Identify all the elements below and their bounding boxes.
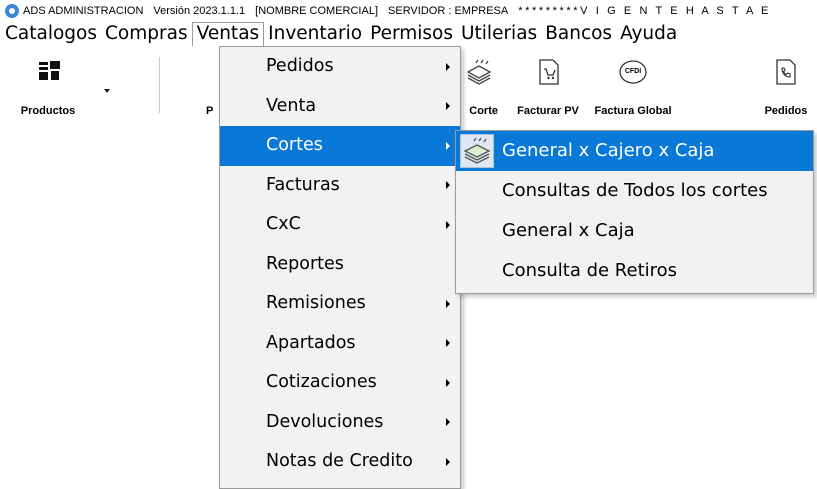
app-version: Versión 2023.1.1.1 — [153, 5, 246, 17]
corte-button[interactable]: Corte — [462, 55, 502, 121]
submenu-item-consulta-retiros[interactable]: Consulta de Retiros — [456, 251, 813, 291]
menu-item-label: Venta — [266, 95, 317, 116]
title-bar: ADS ADMINISTRACION Versión 2023.1.1.1 [N… — [0, 0, 817, 22]
submenu-arrow-icon — [446, 220, 450, 229]
menu-inventario[interactable]: Inventario — [264, 22, 366, 46]
menu-utilerias[interactable]: Utilerias — [457, 22, 541, 46]
menu-item-facturas[interactable]: Facturas — [220, 166, 460, 206]
submenu-arrow-icon — [446, 181, 450, 190]
menu-item-label: Reportes — [266, 253, 344, 274]
app-name: ADS ADMINISTRACION — [23, 5, 144, 17]
facturar-pv-button[interactable]: Facturar PV — [513, 55, 583, 121]
submenu-arrow-icon — [446, 378, 450, 387]
menu-item-label: Cortes — [266, 135, 323, 155]
app-logo-icon — [5, 4, 19, 18]
factura-global-button[interactable]: CFDI Factura Global — [586, 55, 680, 121]
menu-permisos[interactable]: Permisos — [366, 22, 457, 46]
submenu-item-label: General x Cajero x Caja — [502, 140, 715, 161]
menu-item-label: CxC — [266, 214, 301, 234]
productos-dropdown-arrow[interactable] — [104, 89, 110, 93]
productos-label: Productos — [20, 105, 76, 117]
menu-item-reportes[interactable]: Reportes — [220, 245, 460, 285]
menu-item-pedidos[interactable]: Pedidos — [220, 47, 460, 87]
partial-label: P — [206, 105, 214, 117]
menu-item-label: Apartados — [266, 332, 356, 353]
commercial-name: [NOMBRE COMERCIAL] — [255, 5, 379, 17]
pedidos-button[interactable]: Pedidos — [755, 55, 817, 121]
menu-item-label: Remisiones — [266, 293, 366, 313]
menu-bar: Catalogos Compras Ventas Inventario Perm… — [0, 22, 817, 46]
menu-bancos[interactable]: Bancos — [541, 22, 616, 46]
menu-ventas[interactable]: Ventas — [191, 22, 265, 46]
submenu-item-consultas-todos-cortes[interactable]: Consultas de Todos los cortes — [456, 171, 813, 211]
license-status: *********V I G E N T E H A S T A E — [518, 5, 771, 17]
cortes-submenu: General x Cajero x Caja Consultas de Tod… — [455, 130, 814, 294]
toolbar-separator — [159, 57, 160, 113]
productos-button[interactable]: Productos — [14, 55, 82, 121]
corte-label: Corte — [469, 105, 498, 117]
submenu-arrow-icon — [446, 339, 450, 348]
ventas-dropdown-menu: Pedidos Venta Cortes Facturas CxC Report… — [219, 46, 461, 489]
submenu-item-label: General x Caja — [502, 220, 635, 241]
submenu-item-label: Consulta de Retiros — [502, 260, 678, 281]
submenu-arrow-icon — [446, 141, 450, 150]
menu-catalogos[interactable]: Catalogos — [0, 22, 101, 46]
menu-item-label: Facturas — [266, 174, 340, 195]
submenu-arrow-icon — [446, 62, 450, 71]
menu-item-label: Devoluciones — [266, 411, 384, 432]
menu-item-cotizaciones[interactable]: Cotizaciones — [220, 363, 460, 403]
menu-compras[interactable]: Compras — [101, 22, 192, 46]
box-hand-icon — [39, 61, 60, 80]
submenu-arrow-icon — [446, 457, 450, 466]
menu-item-remisiones[interactable]: Remisiones — [220, 284, 460, 324]
submenu-item-general-caja[interactable]: General x Caja — [456, 211, 813, 251]
menu-item-label: Cotizaciones — [266, 372, 377, 392]
submenu-arrow-icon — [446, 102, 450, 111]
cart-document-icon — [539, 59, 559, 85]
menu-item-cortes[interactable]: Cortes — [220, 126, 460, 166]
toolbar-button-partial[interactable]: P — [200, 55, 220, 121]
cfdi-badge-text: CFDI — [624, 68, 642, 75]
facturar-pv-label: Facturar PV — [517, 105, 579, 117]
submenu-item-label: Consultas de Todos los cortes — [502, 180, 768, 201]
phone-document-icon — [776, 59, 796, 85]
submenu-arrow-icon — [446, 418, 450, 427]
pedidos-label: Pedidos — [764, 105, 808, 117]
menu-item-apartados[interactable]: Apartados — [220, 324, 460, 364]
menu-item-venta[interactable]: Venta — [220, 87, 460, 127]
menu-ayuda[interactable]: Ayuda — [616, 22, 681, 46]
server-info: SERVIDOR : EMPRESA — [388, 5, 509, 17]
menu-item-cxc[interactable]: CxC — [220, 205, 460, 245]
menu-item-label: Notas de Credito — [266, 451, 413, 471]
factura-global-label: Factura Global — [594, 105, 672, 117]
money-stack-icon — [466, 59, 492, 85]
submenu-item-general-cajero-caja[interactable]: General x Cajero x Caja — [456, 131, 813, 171]
money-stack-icon — [460, 134, 494, 168]
menu-item-label: Pedidos — [266, 56, 334, 76]
submenu-arrow-icon — [446, 299, 450, 308]
menu-item-devoluciones[interactable]: Devoluciones — [220, 403, 460, 443]
menu-item-notas-de-credito[interactable]: Notas de Credito — [220, 442, 460, 482]
